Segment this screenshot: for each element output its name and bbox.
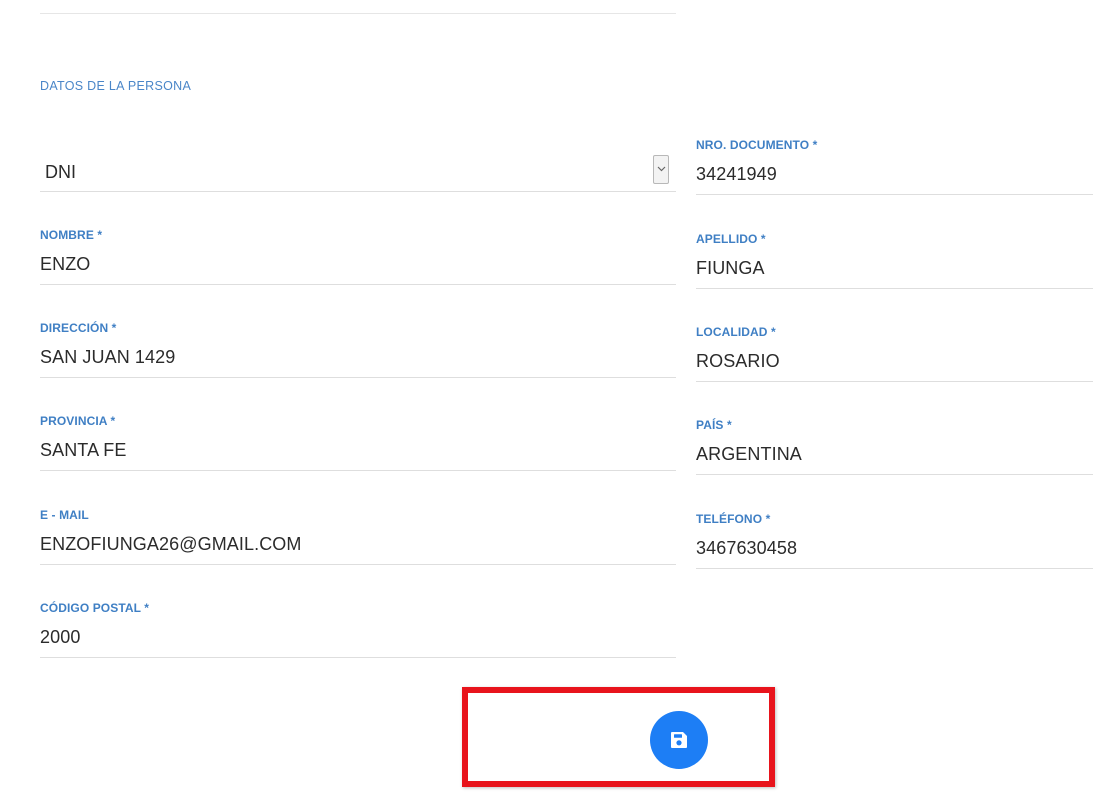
apellido-field[interactable]: APELLIDO * FIUNGA [696, 232, 1093, 289]
nro-documento-label: NRO. DOCUMENTO * [696, 138, 818, 152]
email-field[interactable]: E - MAIL ENZOFIUNGA26@GMAIL.COM [40, 508, 676, 565]
tipo-documento-value: DNI [45, 162, 76, 182]
direccion-field[interactable]: DIRECCIÓN * SAN JUAN 1429 [40, 321, 676, 378]
nro-documento-field[interactable]: NRO. DOCUMENTO * 34241949 [696, 138, 1093, 195]
direccion-label: DIRECCIÓN * [40, 321, 117, 335]
section-title: DATOS DE LA PERSONA [40, 79, 192, 93]
email-value[interactable]: ENZOFIUNGA26@GMAIL.COM [40, 534, 302, 555]
provincia-field[interactable]: PROVINCIA * SANTA FE [40, 414, 676, 471]
localidad-label: LOCALIDAD * [696, 325, 776, 339]
telefono-value[interactable]: 3467630458 [696, 538, 797, 559]
apellido-value[interactable]: FIUNGA [696, 258, 765, 279]
codigo-postal-field[interactable]: CÓDIGO POSTAL * 2000 [40, 601, 676, 658]
email-label: E - MAIL [40, 508, 89, 522]
nombre-value[interactable]: ENZO [40, 254, 90, 275]
provincia-label: PROVINCIA * [40, 414, 116, 428]
pais-value[interactable]: ARGENTINA [696, 444, 802, 465]
floppy-disk-icon [671, 732, 687, 748]
codigo-postal-value[interactable]: 2000 [40, 627, 80, 648]
codigo-postal-label: CÓDIGO POSTAL * [40, 601, 150, 615]
save-button[interactable] [650, 711, 708, 769]
nombre-field[interactable]: NOMBRE * ENZO [40, 228, 676, 285]
pais-field[interactable]: PAÍS * ARGENTINA [696, 418, 1093, 475]
telefono-field[interactable]: TELÉFONO * 3467630458 [696, 512, 1093, 569]
apellido-label: APELLIDO * [696, 232, 766, 246]
chevron-down-icon[interactable] [653, 155, 669, 184]
nro-documento-value[interactable]: 34241949 [696, 164, 777, 185]
localidad-field[interactable]: LOCALIDAD * ROSARIO [696, 325, 1093, 382]
provincia-value[interactable]: SANTA FE [40, 440, 127, 461]
highlight-box [462, 687, 775, 787]
localidad-value[interactable]: ROSARIO [696, 351, 780, 372]
tipo-documento-select[interactable]: DNI [40, 151, 676, 192]
nombre-label: NOMBRE * [40, 228, 103, 242]
telefono-label: TELÉFONO * [696, 512, 771, 526]
direccion-value[interactable]: SAN JUAN 1429 [40, 347, 175, 368]
pais-label: PAÍS * [696, 418, 732, 432]
top-divider [40, 13, 676, 14]
